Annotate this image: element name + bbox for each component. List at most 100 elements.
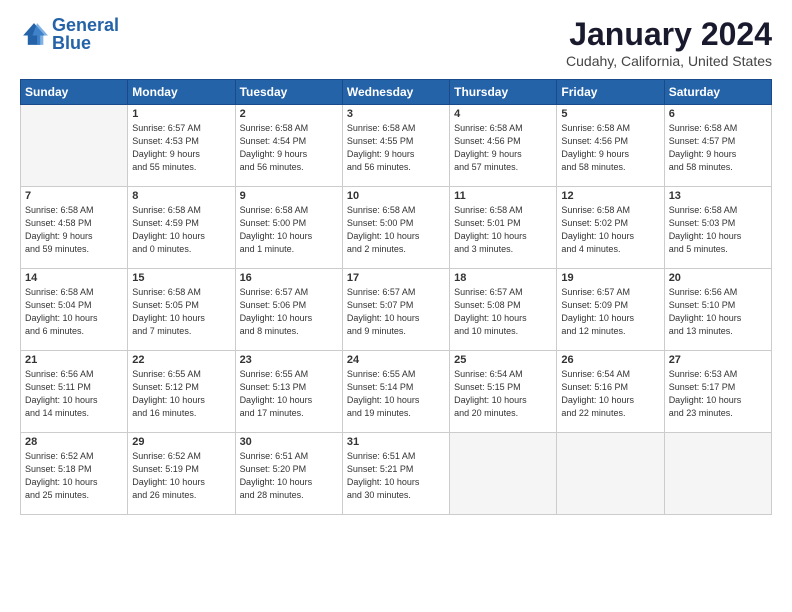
day-cell: 15 Sunrise: 6:58 AM Sunset: 5:05 PM Dayli… [128, 269, 235, 351]
day-cell [557, 433, 664, 515]
day-number: 27 [669, 354, 767, 366]
day-number: 20 [669, 272, 767, 284]
day-info: Sunrise: 6:52 AM Sunset: 5:18 PM Dayligh… [25, 450, 123, 502]
day-cell: 8Sunrise: 6:58 AM Sunset: 4:59 PM Daylig… [128, 187, 235, 269]
day-info: Sunrise: 6:58 AM Sunset: 5:02 PM Dayligh… [561, 204, 659, 256]
day-info: Sunrise: 6:58 AM Sunset: 4:55 PM Dayligh… [347, 122, 445, 174]
th-friday: Friday [557, 80, 664, 105]
month-title: January 2024 [566, 16, 772, 53]
day-info: Sunrise: 6:58 AM Sunset: 5:05 PM Dayligh… [132, 286, 230, 338]
day-number: 29 [132, 436, 230, 448]
week-row-1: 7 Sunrise: 6:58 AM Sunset: 4:58 PM Daylig… [21, 187, 772, 269]
calendar-table: Sunday Monday Tuesday Wednesday Thursday… [20, 79, 772, 515]
day-info: Sunrise: 6:56 AM Sunset: 5:11 PM Dayligh… [25, 368, 123, 420]
day-cell: 1 Sunrise: 6:57 AM Sunset: 4:53 PM Daylig… [128, 105, 235, 187]
day-info: Sunrise: 6:52 AM Sunset: 5:19 PM Dayligh… [132, 450, 230, 502]
day-cell: 7 Sunrise: 6:58 AM Sunset: 4:58 PM Daylig… [21, 187, 128, 269]
day-info: Sunrise: 6:58 AM Sunset: 4:57 PM Dayligh… [669, 122, 767, 174]
day-info: Sunrise: 6:58 AM Sunset: 4:56 PM Dayligh… [561, 122, 659, 174]
logo-blue: Blue [52, 33, 91, 53]
day-cell [664, 433, 771, 515]
day-cell: 28 Sunrise: 6:52 AM Sunset: 5:18 PM Dayli… [21, 433, 128, 515]
day-info: Sunrise: 6:58 AM Sunset: 5:01 PM Dayligh… [454, 204, 552, 256]
day-info: Sunrise: 6:57 AM Sunset: 5:07 PM Dayligh… [347, 286, 445, 338]
day-info: Sunrise: 6:51 AM Sunset: 5:21 PM Dayligh… [347, 450, 445, 502]
day-cell: 19 Sunrise: 6:57 AM Sunset: 5:09 PM Dayli… [557, 269, 664, 351]
week-row-0: 1 Sunrise: 6:57 AM Sunset: 4:53 PM Daylig… [21, 105, 772, 187]
th-tuesday: Tuesday [235, 80, 342, 105]
day-cell: 3 Sunrise: 6:58 AM Sunset: 4:55 PM Daylig… [342, 105, 449, 187]
day-number: 13 [669, 190, 767, 202]
day-cell [21, 105, 128, 187]
day-number: 28 [25, 436, 123, 448]
header-row: Sunday Monday Tuesday Wednesday Thursday… [21, 80, 772, 105]
logo-general: General [52, 15, 119, 35]
day-info: Sunrise: 6:55 AM Sunset: 5:13 PM Dayligh… [240, 368, 338, 420]
day-number: 30 [240, 436, 338, 448]
day-info: Sunrise: 6:58 AM Sunset: 4:54 PM Dayligh… [240, 122, 338, 174]
day-info: Sunrise: 6:54 AM Sunset: 5:16 PM Dayligh… [561, 368, 659, 420]
day-number: 19 [561, 272, 659, 284]
day-number: 15 [132, 272, 230, 284]
day-number: 1 [132, 108, 230, 120]
day-cell: 10 Sunrise: 6:58 AM Sunset: 5:00 PM Dayli… [342, 187, 449, 269]
day-number: 2 [240, 108, 338, 120]
day-cell: 27 Sunrise: 6:53 AM Sunset: 5:17 PM Dayli… [664, 351, 771, 433]
day-info: Sunrise: 6:58 AM Sunset: 5:04 PM Dayligh… [25, 286, 123, 338]
day-info: Sunrise: 6:58 AM Sunset: 5:03 PM Dayligh… [669, 204, 767, 256]
th-wednesday: Wednesday [342, 80, 449, 105]
day-cell: 24Sunrise: 6:55 AM Sunset: 5:14 PM Dayli… [342, 351, 449, 433]
day-cell: 30 Sunrise: 6:51 AM Sunset: 5:20 PM Dayli… [235, 433, 342, 515]
day-number: 3 [347, 108, 445, 120]
day-cell: 21Sunrise: 6:56 AM Sunset: 5:11 PM Dayli… [21, 351, 128, 433]
day-cell: 23Sunrise: 6:55 AM Sunset: 5:13 PM Dayli… [235, 351, 342, 433]
day-number: 10 [347, 190, 445, 202]
day-info: Sunrise: 6:55 AM Sunset: 5:14 PM Dayligh… [347, 368, 445, 420]
header: General Blue January 2024 Cudahy, Califo… [20, 16, 772, 69]
day-number: 22 [132, 354, 230, 366]
day-info: Sunrise: 6:51 AM Sunset: 5:20 PM Dayligh… [240, 450, 338, 502]
day-info: Sunrise: 6:54 AM Sunset: 5:15 PM Dayligh… [454, 368, 552, 420]
day-info: Sunrise: 6:53 AM Sunset: 5:17 PM Dayligh… [669, 368, 767, 420]
day-info: Sunrise: 6:57 AM Sunset: 4:53 PM Dayligh… [132, 122, 230, 174]
logo-icon [20, 20, 48, 48]
th-sunday: Sunday [21, 80, 128, 105]
day-number: 26 [561, 354, 659, 366]
day-cell: 2 Sunrise: 6:58 AM Sunset: 4:54 PM Daylig… [235, 105, 342, 187]
day-info: Sunrise: 6:58 AM Sunset: 4:59 PM Dayligh… [132, 204, 230, 256]
day-number: 7 [25, 190, 123, 202]
day-cell: 5 Sunrise: 6:58 AM Sunset: 4:56 PM Daylig… [557, 105, 664, 187]
day-info: Sunrise: 6:57 AM Sunset: 5:09 PM Dayligh… [561, 286, 659, 338]
day-info: Sunrise: 6:57 AM Sunset: 5:08 PM Dayligh… [454, 286, 552, 338]
day-cell: 11Sunrise: 6:58 AM Sunset: 5:01 PM Dayli… [450, 187, 557, 269]
location: Cudahy, California, United States [566, 53, 772, 69]
day-number: 31 [347, 436, 445, 448]
day-info: Sunrise: 6:58 AM Sunset: 4:56 PM Dayligh… [454, 122, 552, 174]
th-thursday: Thursday [450, 80, 557, 105]
day-number: 12 [561, 190, 659, 202]
title-block: January 2024 Cudahy, California, United … [566, 16, 772, 69]
day-cell: 6 Sunrise: 6:58 AM Sunset: 4:57 PM Daylig… [664, 105, 771, 187]
day-info: Sunrise: 6:58 AM Sunset: 4:58 PM Dayligh… [25, 204, 123, 256]
day-cell: 13 Sunrise: 6:58 AM Sunset: 5:03 PM Dayli… [664, 187, 771, 269]
day-cell: 4Sunrise: 6:58 AM Sunset: 4:56 PM Daylig… [450, 105, 557, 187]
week-row-2: 14 Sunrise: 6:58 AM Sunset: 5:04 PM Dayli… [21, 269, 772, 351]
week-row-3: 21Sunrise: 6:56 AM Sunset: 5:11 PM Dayli… [21, 351, 772, 433]
day-cell: 29 Sunrise: 6:52 AM Sunset: 5:19 PM Dayli… [128, 433, 235, 515]
day-info: Sunrise: 6:58 AM Sunset: 5:00 PM Dayligh… [347, 204, 445, 256]
day-info: Sunrise: 6:56 AM Sunset: 5:10 PM Dayligh… [669, 286, 767, 338]
day-number: 6 [669, 108, 767, 120]
day-info: Sunrise: 6:55 AM Sunset: 5:12 PM Dayligh… [132, 368, 230, 420]
day-cell: 12 Sunrise: 6:58 AM Sunset: 5:02 PM Dayli… [557, 187, 664, 269]
th-saturday: Saturday [664, 80, 771, 105]
day-info: Sunrise: 6:58 AM Sunset: 5:00 PM Dayligh… [240, 204, 338, 256]
logo: General Blue [20, 16, 119, 52]
th-monday: Monday [128, 80, 235, 105]
day-number: 25 [454, 354, 552, 366]
day-cell: 26 Sunrise: 6:54 AM Sunset: 5:16 PM Dayli… [557, 351, 664, 433]
day-number: 14 [25, 272, 123, 284]
day-cell: 31 Sunrise: 6:51 AM Sunset: 5:21 PM Dayli… [342, 433, 449, 515]
day-number: 17 [347, 272, 445, 284]
day-number: 5 [561, 108, 659, 120]
day-cell: 14 Sunrise: 6:58 AM Sunset: 5:04 PM Dayli… [21, 269, 128, 351]
